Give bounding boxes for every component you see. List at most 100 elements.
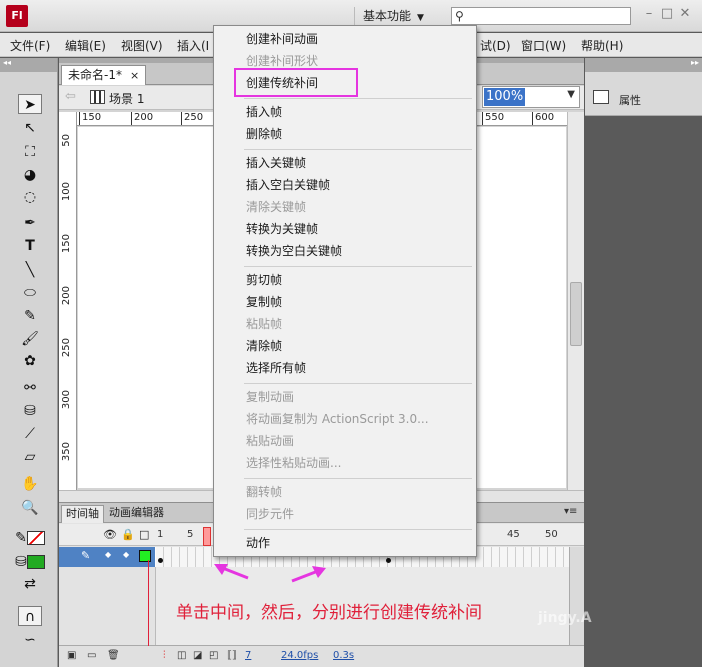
annotation-text: 单击中间，然后，分别进行创建传统补间 [176,603,482,623]
outline-icon[interactable]: □ [139,528,149,541]
onion-outline-icon[interactable]: ◪ [193,650,202,661]
chevron-down-icon: ▼ [417,13,424,23]
3d-rotation-tool-icon[interactable]: ◕ [18,165,42,185]
close-button[interactable]: ✕ [676,6,694,21]
chevron-down-icon: ▼ [567,89,575,100]
menu-view[interactable]: 视图(V) [121,37,163,54]
panel-menu-icon[interactable]: ▾≡ [564,506,577,517]
timeline-vertical-scrollbar[interactable] [569,547,584,645]
close-icon[interactable]: × [130,69,139,82]
eyedropper-tool-icon[interactable]: ⟋ [18,424,42,444]
new-layer-icon[interactable]: ▣ [67,650,76,661]
bone-tool-icon[interactable]: ⚯ [18,378,42,398]
frame-number: 1 [157,529,164,540]
stroke-color-icon[interactable]: ✎ [12,528,48,548]
layer-header[interactable]: ✎ ◆ ◆ [59,547,155,567]
ruler-h-label: 150 [79,112,101,125]
watermark: jingy.A [538,610,592,626]
center-frame-icon[interactable]: ⫶ [163,650,166,661]
subselection-tool-icon[interactable]: ↖ [18,118,42,138]
menu-item-1-0[interactable]: 插入帧 [246,103,282,120]
free-transform-tool-icon[interactable]: ⛶ [18,142,42,162]
pen-tool-icon[interactable]: ✒ [18,213,42,233]
tab-motion-editor[interactable]: 动画编辑器 [105,505,168,523]
menu-item-1-1[interactable]: 删除帧 [246,125,282,142]
line-tool-icon[interactable]: ╲ [18,260,42,280]
menu-item-5-0: 翻转帧 [246,485,283,499]
properties-tab[interactable]: 属性 [585,72,702,116]
document-tab[interactable]: 未命名-1* × [61,65,147,85]
menu-item-2-4[interactable]: 转换为空白关键帧 [246,242,342,259]
selection-tool-icon[interactable]: ➤ [18,94,42,114]
menu-item-2-1[interactable]: 插入空白关键帧 [246,176,330,193]
menu-item-2-0[interactable]: 插入关键帧 [246,154,306,171]
lasso-tool-icon[interactable]: ◌ [18,187,42,207]
fill-color-icon[interactable]: ⛁ [12,552,48,572]
text-tool-icon[interactable]: T [18,236,42,256]
ruler-v-label: 200 [61,286,72,306]
scrollbar-thumb[interactable] [570,282,582,346]
swap-colors-icon[interactable]: ⇄ [18,574,42,594]
help-search-input[interactable]: ⚲ [451,7,631,25]
zoom-value: 100% [484,88,526,106]
lock-dot-icon[interactable]: ◆ [123,550,129,559]
ruler-v-label: 350 [61,442,72,462]
keyframe[interactable] [158,558,163,563]
minimize-button[interactable]: – [640,6,658,21]
keyframe[interactable] [386,558,391,563]
menu-item-3-4[interactable]: 选择所有帧 [246,359,306,376]
visible-dot-icon[interactable]: ◆ [105,550,111,559]
menu-file[interactable]: 文件(F) [10,37,50,54]
eye-icon[interactable]: 👁 [103,528,117,541]
delete-layer-icon[interactable]: 🗑 [107,650,120,661]
stage-vertical-scrollbar[interactable] [567,112,584,490]
menu-debug[interactable]: 试(D) [480,37,511,54]
menu-item-0-0[interactable]: 创建补间动画 [246,30,318,47]
menu-item-4-1: 将动画复制为 ActionScript 3.0... [246,412,429,426]
onion-markers-icon[interactable]: ⟦⟧ [227,650,237,661]
deco-tool-icon[interactable]: ✿ [18,351,42,371]
zoom-tool-icon[interactable]: 🔍 [18,498,42,518]
frame-rate[interactable]: 24.0fps [281,650,318,661]
menu-edit[interactable]: 编辑(E) [65,37,106,54]
snap-magnet-icon[interactable]: ∩ [18,606,42,626]
lock-icon[interactable]: 🔒 [121,528,135,541]
pencil-tool-icon[interactable]: ✎ [18,306,42,326]
oval-tool-icon[interactable]: ⬭ [18,283,42,303]
menu-item-2-3[interactable]: 转换为关键帧 [246,220,318,237]
tab-timeline[interactable]: 时间轴 [61,505,104,523]
back-arrow-icon[interactable]: ⇦ [65,89,76,104]
edit-multiple-icon[interactable]: ◰ [209,650,218,661]
frame-number: 45 [507,529,520,540]
hand-tool-icon[interactable]: ✋ [18,474,42,494]
onion-skin-icon[interactable]: ◫ [177,650,186,661]
layer-color-icon[interactable] [139,550,151,562]
menu-item-6-0[interactable]: 动作 [246,534,270,551]
panel-collapse-bar[interactable]: ▸▸ [585,58,702,72]
elapsed-time: 0.3s [333,650,355,661]
playhead[interactable] [203,527,211,546]
menu-separator [244,149,472,150]
menu-insert[interactable]: 插入(I [177,37,209,54]
smooth-icon[interactable]: ∽ [18,630,42,650]
menu-item-4-2: 粘贴动画 [246,434,295,448]
workspace-switcher[interactable]: 基本功能 ▼ [354,7,424,25]
menu-separator [244,266,472,267]
arrow-right-icon [291,566,326,583]
menu-window[interactable]: 窗口(W) [521,37,566,54]
panel-collapse-bar[interactable]: ◂◂ [0,58,57,72]
zoom-select[interactable]: 100% ▼ [482,86,580,108]
menu-item-3-0[interactable]: 剪切帧 [246,271,282,288]
eraser-tool-icon[interactable]: ▱ [18,447,42,467]
menu-item-3-1[interactable]: 复制帧 [246,293,282,310]
flash-logo: Fl [6,5,28,27]
window-controls: – □ ✕ [640,6,700,24]
menu-help[interactable]: 帮助(H) [581,37,623,54]
new-folder-icon[interactable]: ▭ [87,650,96,661]
tools-panel: ◂◂ ➤ ↖ ⛶ ◕ ◌ ✒ T ╲ ⬭ ✎ 🖌 ✿ ⚯ ⛁ ⟋ ▱ ✋ 🔍 ✎… [0,58,58,667]
maximize-button[interactable]: □ [658,6,676,21]
properties-icon [593,90,609,104]
brush-tool-icon[interactable]: 🖌 [18,329,42,349]
menu-item-3-3[interactable]: 清除帧 [246,337,282,354]
paint-bucket-tool-icon[interactable]: ⛁ [18,401,42,421]
